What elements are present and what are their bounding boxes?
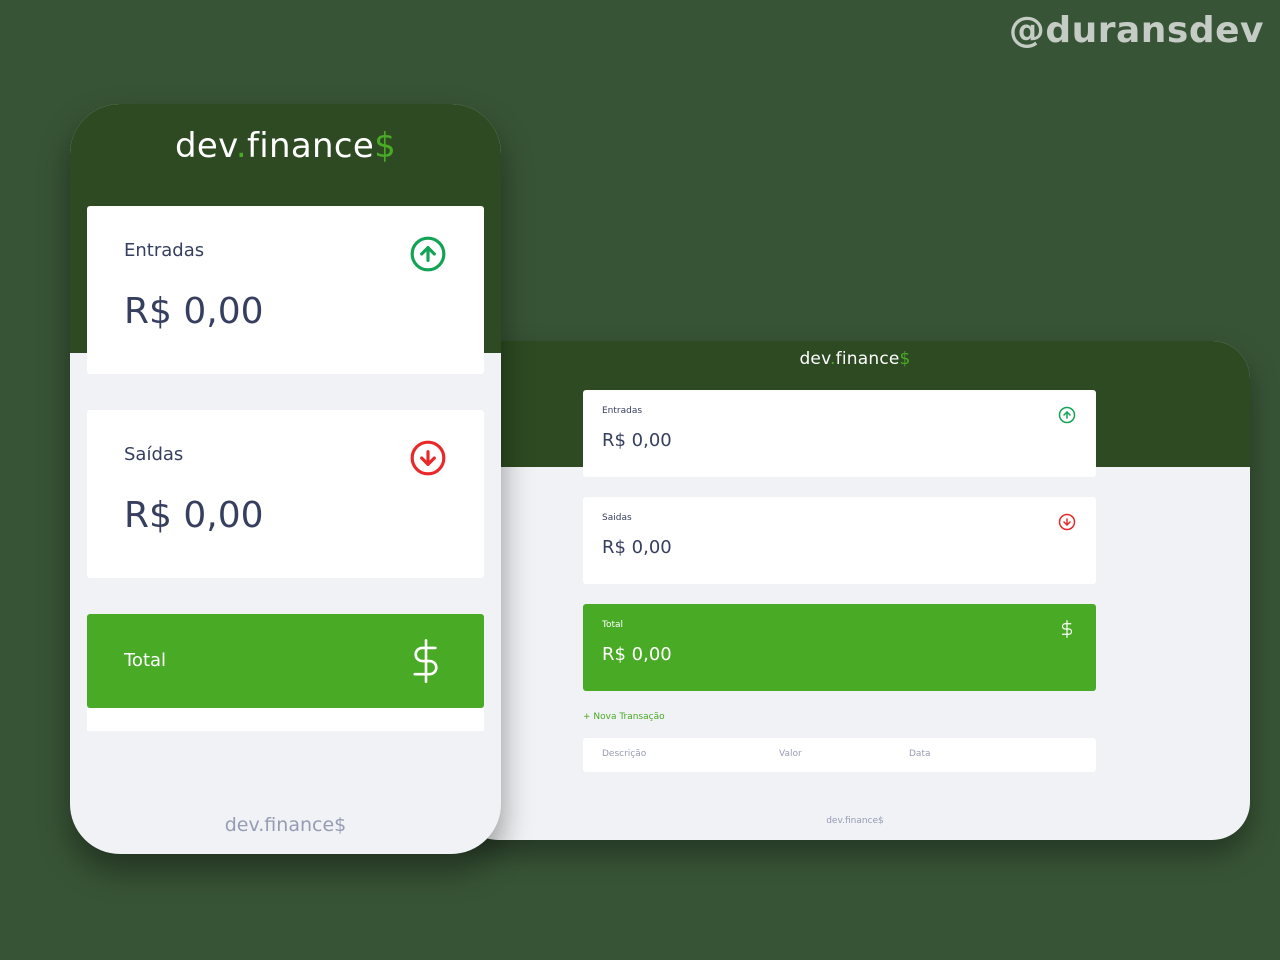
arrow-up-circle-icon [410,236,446,272]
app-footer: dev.finance$ [826,816,884,826]
logo-dot: . [235,126,247,166]
income-value: R$ 0,00 [124,291,264,332]
income-label: Entradas [602,406,643,416]
expense-value: R$ 0,00 [602,537,672,558]
author-watermark: @duransdev [1008,10,1264,51]
logo-text: dev [799,349,831,369]
dollar-sign-icon [413,639,438,683]
expense-card: Saidas R$ 0,00 [583,497,1096,584]
total-card: Total R$ 0,00 [583,604,1096,691]
total-label: Total [602,620,624,630]
desktop-app-window: dev.finance$ Entradas R$ 0,00 Saidas R$ … [460,341,1250,840]
column-date: Data [909,749,931,759]
income-label: Entradas [124,240,205,261]
expense-label: Saidas [602,513,632,523]
total-value: R$ 0,00 [602,644,672,665]
dollar-sign-icon [1061,620,1073,638]
logo-text-2: finance [835,349,900,369]
logo-text: dev [175,126,236,166]
total-label: Total [124,650,167,671]
arrow-up-circle-icon [1058,406,1076,424]
app-logo: dev.finance$ [460,349,1250,369]
transactions-table-header: Descrição Valor Data [583,738,1096,772]
total-card: Total [87,614,484,708]
income-card: Entradas R$ 0,00 [583,390,1096,477]
column-description: Descrição [602,749,647,759]
logo-dollar: $ [374,126,396,166]
income-card: Entradas R$ 0,00 [87,206,484,374]
column-amount: Valor [779,749,802,759]
new-transaction-link[interactable]: + Nova Transação [583,712,665,722]
total-card-overflow [87,708,484,731]
expense-value: R$ 0,00 [124,495,264,536]
arrow-down-circle-icon [410,440,446,476]
income-value: R$ 0,00 [602,430,672,451]
mobile-app-window: dev.finance$ Entradas R$ 0,00 Saídas R$ … [70,104,501,854]
expense-label: Saídas [124,444,184,465]
arrow-down-circle-icon [1058,513,1076,531]
expense-card: Saídas R$ 0,00 [87,410,484,578]
logo-dollar: $ [899,349,911,369]
logo-text-2: finance [247,126,375,166]
app-footer: dev.finance$ [224,814,347,836]
app-logo: dev.finance$ [70,126,501,166]
